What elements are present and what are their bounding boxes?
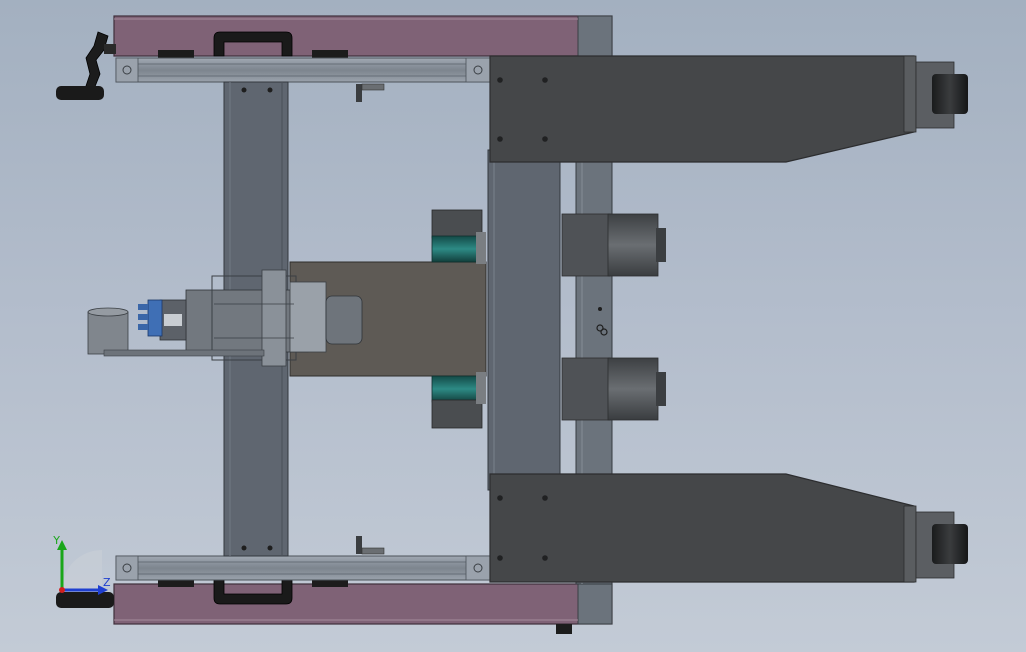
triad-y-label: Y <box>52 534 60 547</box>
lower-teal-coupling <box>431 372 486 429</box>
cad-viewport[interactable]: Y Z <box>0 0 1026 652</box>
assembly-drawing: Y Z <box>52 15 968 634</box>
bottom-frame-endcap <box>577 583 613 625</box>
top-caster-wheel <box>915 61 968 129</box>
top-foot-right <box>312 50 348 58</box>
top-small-bracket <box>356 83 385 102</box>
top-extrusion <box>115 57 491 83</box>
bottom-caster-wheel <box>915 511 968 579</box>
upper-teal-coupling <box>431 209 486 264</box>
bottom-frame-rail[interactable] <box>113 579 613 634</box>
top-frame-endcap <box>577 15 613 57</box>
top-frame-rail[interactable] <box>113 15 613 58</box>
hand-crank-icon[interactable] <box>56 31 116 100</box>
bottom-extrusion <box>115 555 491 581</box>
bottom-small-bracket <box>356 536 385 555</box>
triad-z-label: Z <box>103 576 111 589</box>
upper-drive-motor <box>561 213 666 277</box>
top-fork-arm <box>489 55 917 163</box>
center-carriage-plate <box>487 149 561 491</box>
bottom-frame-body <box>113 583 613 625</box>
top-foot-left <box>158 50 194 58</box>
bottom-fork-arm <box>489 473 917 583</box>
lower-drive-motor <box>561 357 666 421</box>
bottom-foot-tab <box>556 624 572 634</box>
blue-connector-block <box>138 299 163 337</box>
bottom-crank-knob[interactable] <box>56 592 114 608</box>
coordinate-triad-icon: Y Z <box>52 534 111 595</box>
